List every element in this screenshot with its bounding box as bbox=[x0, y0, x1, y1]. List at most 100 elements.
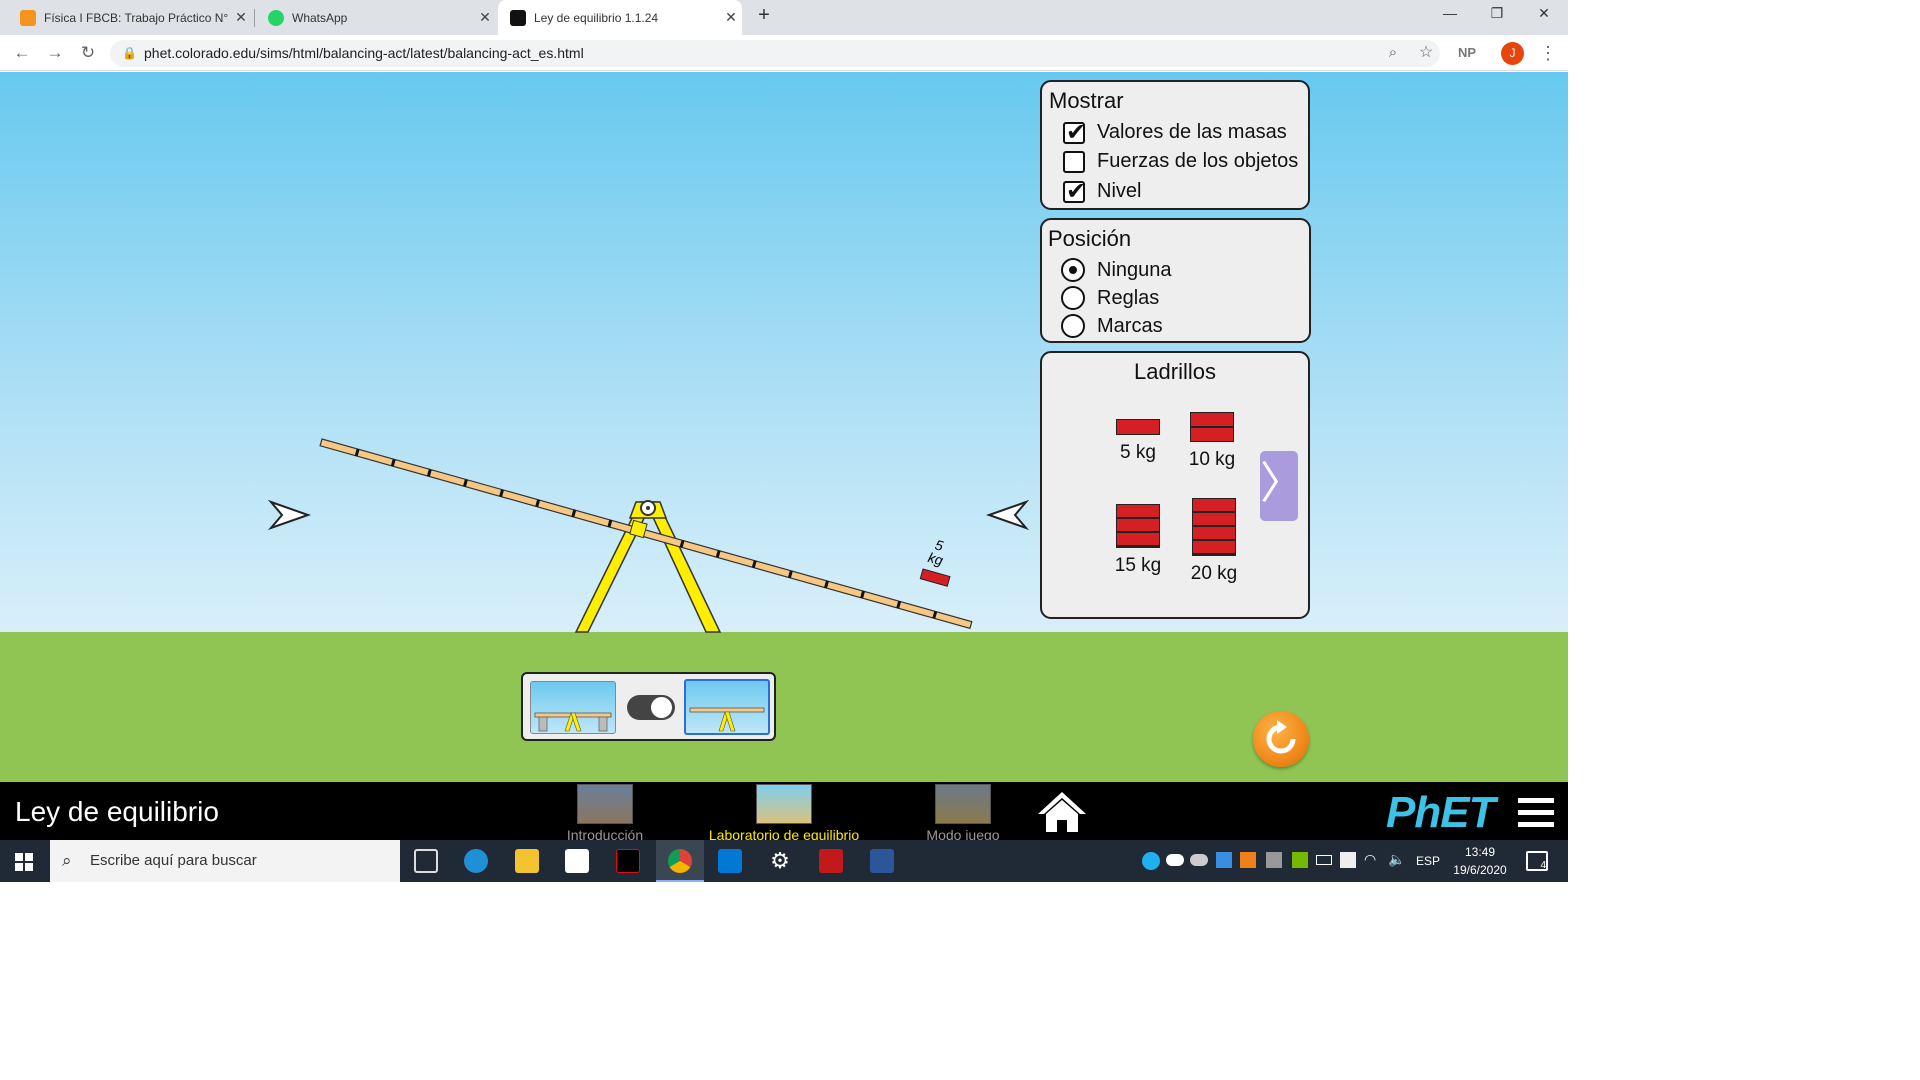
simulation-area: 5 kg Mostrar Valores de las masas Fuerza… bbox=[0, 72, 1568, 782]
browser-toolbar: ← → ↻ 🔒 phet.colorado.edu/sims/html/bala… bbox=[0, 35, 1568, 71]
profile-avatar[interactable]: J bbox=[1501, 42, 1524, 65]
whatsapp-icon bbox=[268, 9, 284, 26]
reload-button[interactable]: ↻ bbox=[76, 41, 100, 65]
sim-title: Ley de equilibrio bbox=[15, 796, 219, 827]
radio-label: Ninguna bbox=[1097, 258, 1172, 281]
checkbox-mass-values[interactable]: Valores de las masas bbox=[1063, 118, 1287, 147]
brick-on-plank[interactable] bbox=[919, 568, 951, 587]
phet-menu-button[interactable] bbox=[1518, 798, 1554, 828]
windows-start-icon[interactable] bbox=[15, 853, 33, 871]
checkbox-level[interactable]: Nivel bbox=[1063, 177, 1141, 206]
radio-rulers[interactable]: Reglas bbox=[1061, 286, 1159, 310]
fulcrum-leg-right bbox=[644, 501, 722, 633]
show-panel-title: Mostrar bbox=[1049, 88, 1124, 113]
netflix-icon[interactable] bbox=[616, 849, 640, 873]
radio-marks[interactable]: Marcas bbox=[1061, 314, 1163, 338]
checkbox-label: Valores de las masas bbox=[1097, 121, 1287, 143]
brick-10kg[interactable] bbox=[1190, 412, 1234, 442]
radio-unselected-icon bbox=[1061, 286, 1085, 310]
intro-thumbnail bbox=[577, 784, 633, 824]
chevron-right-icon: 〉 bbox=[1260, 459, 1304, 508]
onedrive-icon[interactable] bbox=[1166, 854, 1184, 866]
brick-15kg[interactable] bbox=[1116, 504, 1160, 548]
chrome-icon bbox=[668, 849, 692, 873]
brick-20kg[interactable] bbox=[1192, 498, 1236, 556]
level-arrow-right-icon bbox=[985, 499, 1030, 531]
zoom-icon[interactable]: ⌕ bbox=[1381, 41, 1405, 65]
forward-button[interactable]: → bbox=[43, 41, 67, 65]
supports-on-button[interactable] bbox=[530, 681, 616, 734]
screen-game[interactable]: Modo juego bbox=[868, 782, 1058, 843]
checkbox-label: Fuerzas de los objetos bbox=[1097, 150, 1299, 172]
supports-off-button[interactable] bbox=[684, 679, 770, 735]
no-supports-icon bbox=[689, 707, 765, 732]
edge-icon[interactable] bbox=[464, 849, 488, 873]
phet-icon bbox=[510, 9, 526, 26]
language-indicator[interactable]: ESP bbox=[1416, 854, 1440, 868]
security-shield-icon[interactable] bbox=[1340, 852, 1356, 868]
extension-np[interactable]: NP bbox=[1452, 41, 1482, 65]
close-icon[interactable]: ✕ bbox=[230, 9, 252, 26]
close-window-button[interactable]: ✕ bbox=[1524, 5, 1564, 22]
word-icon[interactable] bbox=[870, 849, 894, 873]
volume-icon[interactable]: 🔈 bbox=[1388, 851, 1405, 868]
battery-icon[interactable] bbox=[1316, 855, 1332, 865]
close-icon[interactable]: ✕ bbox=[720, 9, 742, 26]
home-button[interactable] bbox=[1036, 790, 1088, 839]
checkbox-object-forces[interactable]: Fuerzas de los objetos bbox=[1063, 150, 1298, 173]
clock[interactable]: 13:49 19/6/2020 bbox=[1445, 843, 1515, 879]
show-panel: Mostrar Valores de las masas Fuerzas de … bbox=[1040, 80, 1310, 210]
address-bar[interactable]: 🔒 phet.colorado.edu/sims/html/balancing-… bbox=[110, 40, 1440, 67]
brick-label: 15 kg bbox=[1114, 555, 1162, 576]
store-icon[interactable] bbox=[565, 849, 589, 873]
position-panel-title: Posición bbox=[1048, 226, 1132, 251]
bookmark-star-icon[interactable]: ☆ bbox=[1414, 41, 1438, 65]
radio-label: Marcas bbox=[1097, 314, 1163, 337]
tab-separator bbox=[254, 9, 255, 27]
next-bricks-button[interactable]: 〉 bbox=[1260, 451, 1304, 521]
back-button[interactable]: ← bbox=[10, 41, 34, 65]
tab-title: WhatsApp bbox=[292, 10, 348, 25]
taskbar-search-box[interactable]: ⌕ Escribe aquí para buscar bbox=[50, 840, 400, 882]
game-thumbnail bbox=[935, 784, 991, 824]
tray-app-icon[interactable] bbox=[1216, 852, 1232, 868]
tab-title: Física I FBCB: Trabajo Práctico N° bbox=[44, 10, 229, 25]
tab-ley-de-equilibrio[interactable]: Ley de equilibrio 1.1.24 ✕ bbox=[498, 0, 742, 35]
checkbox-checked-icon bbox=[1063, 177, 1086, 206]
support-switch[interactable] bbox=[627, 695, 675, 720]
bricks-panel-title: Ladrillos bbox=[1134, 359, 1216, 384]
phet-logo[interactable]: PhET bbox=[1386, 788, 1495, 838]
device-icon[interactable] bbox=[1266, 852, 1282, 868]
nvidia-icon[interactable] bbox=[1292, 852, 1308, 868]
menu-kebab-icon[interactable]: ⋮ bbox=[1536, 41, 1560, 65]
avast-icon[interactable] bbox=[1240, 852, 1256, 868]
chrome-taskbar-button[interactable] bbox=[656, 840, 704, 882]
settings-gear-icon[interactable]: ⚙ bbox=[768, 849, 792, 873]
skype-icon[interactable] bbox=[1142, 852, 1160, 870]
radio-none[interactable]: Ninguna bbox=[1061, 258, 1172, 282]
support-toggle-panel bbox=[521, 672, 776, 741]
close-icon[interactable]: ✕ bbox=[474, 9, 496, 26]
brick-5kg[interactable] bbox=[1116, 419, 1160, 435]
moodle-icon bbox=[20, 9, 36, 26]
level-arrow-left-icon bbox=[267, 499, 312, 531]
reset-all-button[interactable] bbox=[1253, 711, 1309, 767]
tab-whatsapp[interactable]: WhatsApp ✕ bbox=[256, 0, 496, 35]
notification-center-icon[interactable]: 4 bbox=[1526, 851, 1548, 871]
tab-title: Ley de equilibrio 1.1.24 bbox=[534, 10, 659, 25]
mail-icon[interactable] bbox=[718, 849, 742, 873]
cloud-icon[interactable] bbox=[1190, 854, 1208, 866]
bricks-panel: Ladrillos 5 kg 10 kg 15 kg 20 kg 〉 bbox=[1040, 351, 1310, 619]
file-explorer-icon[interactable] bbox=[515, 849, 539, 873]
reset-icon bbox=[1266, 720, 1296, 754]
plank[interactable] bbox=[319, 433, 974, 630]
screen-balance-lab[interactable]: Laboratorio de equilibrio bbox=[689, 782, 879, 843]
tab-fisica[interactable]: Física I FBCB: Trabajo Práctico N° ✕ bbox=[8, 0, 252, 35]
screen-intro[interactable]: Introducción bbox=[510, 782, 700, 843]
restore-button[interactable]: ❐ bbox=[1477, 5, 1517, 22]
wifi-icon[interactable]: ◠ bbox=[1364, 851, 1376, 868]
new-tab-button[interactable]: + bbox=[752, 4, 776, 27]
minimize-button[interactable]: — bbox=[1430, 5, 1470, 21]
task-view-icon[interactable] bbox=[414, 849, 438, 873]
acrobat-icon[interactable] bbox=[819, 849, 843, 873]
